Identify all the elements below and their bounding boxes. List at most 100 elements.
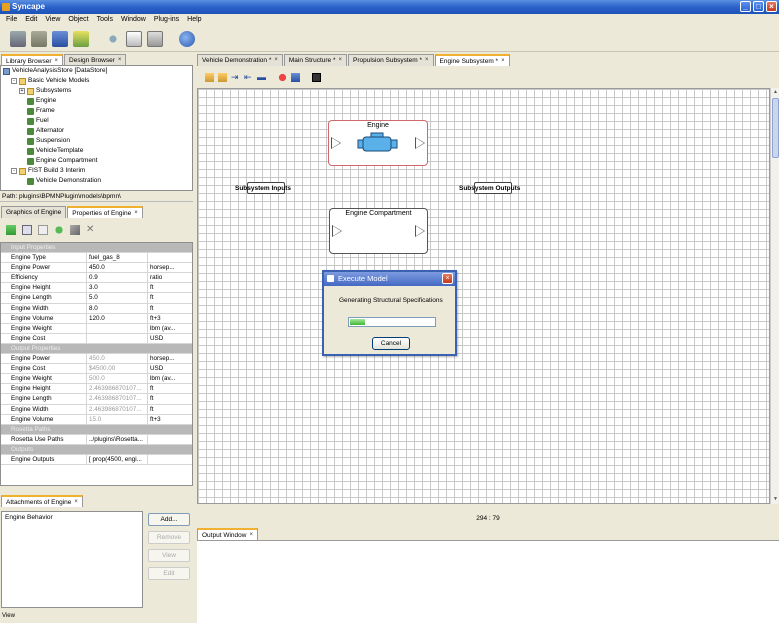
delete-icon[interactable]: ✕: [86, 225, 96, 235]
expander-icon[interactable]: +: [19, 88, 25, 94]
tree-item[interactable]: + Subsystems: [1, 86, 192, 96]
property-value[interactable]: [87, 323, 148, 333]
input-port-icon[interactable]: [331, 137, 341, 149]
add-icon[interactable]: [54, 225, 64, 235]
stop-icon[interactable]: [278, 72, 287, 82]
property-row[interactable]: Engine Length 5.0 ft: [1, 293, 192, 304]
input-port-icon[interactable]: [332, 225, 342, 237]
property-row[interactable]: Engine Type fuel_gas_8: [1, 253, 192, 264]
scroll-thumb[interactable]: [772, 98, 779, 158]
property-row[interactable]: Engine Cost USD: [1, 333, 192, 344]
property-row[interactable]: Engine Cost $4500.00 USD: [1, 364, 192, 375]
view-button[interactable]: View: [148, 549, 190, 562]
tab-engine-subsystem[interactable]: Engine Subsystem * ×: [434, 54, 510, 66]
close-icon[interactable]: ×: [425, 55, 429, 66]
save-icon[interactable]: [291, 72, 300, 82]
property-row[interactable]: Engine Width 2.463986870107... ft: [1, 404, 192, 415]
open-folder-icon[interactable]: [73, 30, 89, 47]
menu-edit[interactable]: Edit: [21, 14, 41, 26]
cancel-button[interactable]: Cancel: [372, 337, 410, 350]
property-value[interactable]: 5.0: [87, 293, 148, 303]
close-icon[interactable]: ×: [74, 498, 78, 507]
property-row[interactable]: Engine Height 2.463986870107... ft: [1, 384, 192, 395]
diagram-canvas[interactable]: Engine Subsystem Inputs Subsystem Output…: [197, 88, 770, 504]
scroll-up-icon[interactable]: ▲: [772, 89, 779, 96]
property-row[interactable]: Engine Power 450.0 horsep...: [1, 263, 192, 274]
minus-icon[interactable]: ▬: [257, 72, 266, 82]
output-window[interactable]: [197, 540, 779, 623]
property-row[interactable]: Engine Length 2.463986870107... ft: [1, 394, 192, 405]
tree-item[interactable]: VehicleAnalysisStore [DataStore]: [1, 66, 192, 76]
property-value[interactable]: 3.0: [87, 283, 148, 293]
tab-propulsion-subsystem[interactable]: Propulsion Subsystem * ×: [348, 54, 434, 66]
property-value[interactable]: fuel_gas_8: [87, 253, 148, 263]
maximize-button[interactable]: □: [753, 1, 764, 12]
tree-item[interactable]: Vehicle Demonstration: [1, 176, 192, 186]
tree-item[interactable]: Alternator: [1, 126, 192, 136]
property-row[interactable]: Efficiency 0.9 ratio: [1, 273, 192, 284]
close-icon[interactable]: ×: [274, 55, 278, 66]
output-port-icon[interactable]: [415, 137, 425, 149]
property-section-header[interactable]: Outputs: [1, 444, 192, 455]
minimize-button[interactable]: _: [740, 1, 751, 12]
property-value[interactable]: [ prop(4500, engi...: [87, 454, 148, 465]
tree-item[interactable]: - FIST Build 3 Interim: [1, 166, 192, 176]
package-icon[interactable]: [31, 30, 47, 47]
align-left-icon[interactable]: ⇥: [231, 72, 240, 82]
close-icon[interactable]: ×: [249, 531, 253, 540]
property-value[interactable]: [87, 333, 148, 343]
close-icon[interactable]: ×: [501, 57, 505, 66]
tree-item[interactable]: Engine: [1, 96, 192, 106]
tree-item[interactable]: Frame: [1, 106, 192, 116]
output-port-icon[interactable]: [415, 225, 425, 237]
menu-view[interactable]: View: [41, 14, 64, 26]
categories-icon[interactable]: [22, 225, 32, 235]
tree-item[interactable]: - Basic Vehicle Models: [1, 76, 192, 86]
details-icon[interactable]: [38, 225, 48, 235]
remove-button[interactable]: Remove: [148, 531, 190, 544]
save-icon[interactable]: [52, 30, 68, 47]
property-section-header[interactable]: Input Properties: [1, 243, 192, 254]
property-row[interactable]: Rosetta Use Paths ../plugins\Rosetta...: [1, 434, 192, 445]
property-row[interactable]: Engine Volume 120.0 ft+3: [1, 313, 192, 324]
paste-icon[interactable]: [147, 30, 163, 47]
property-row[interactable]: Engine Outputs[ prop(4500, engi...: [1, 454, 192, 466]
run-icon[interactable]: [312, 72, 321, 82]
connect-icon[interactable]: [218, 72, 227, 82]
property-row[interactable]: Engine Weight 500.0 lbm (av...: [1, 374, 192, 385]
expander-icon[interactable]: -: [11, 168, 17, 174]
tab-attachments[interactable]: Attachments of Engine ×: [1, 495, 83, 507]
close-button[interactable]: ×: [766, 1, 777, 12]
property-row[interactable]: Engine Power 450.0 horsep...: [1, 354, 192, 365]
tree-item[interactable]: Suspension: [1, 136, 192, 146]
tree-item[interactable]: Engine Compartment: [1, 156, 192, 166]
property-row[interactable]: Engine Volume 15.0 ft+3: [1, 414, 192, 425]
menu-plugins[interactable]: Plug-ins: [150, 14, 183, 26]
menu-window[interactable]: Window: [117, 14, 150, 26]
align-right-icon[interactable]: ⇤: [244, 72, 253, 82]
menu-file[interactable]: File: [2, 14, 21, 26]
property-section-header[interactable]: Output Properties: [1, 343, 192, 355]
menu-object[interactable]: Object: [64, 14, 92, 26]
tab-graphics-of-engine[interactable]: Graphics of Engine: [1, 206, 67, 218]
property-row[interactable]: Engine Weight lbm (av...: [1, 323, 192, 334]
engine-block[interactable]: Engine: [328, 120, 428, 166]
close-icon[interactable]: ×: [339, 55, 343, 66]
scroll-down-icon[interactable]: ▼: [772, 496, 779, 503]
canvas-vertical-scrollbar[interactable]: ▲ ▼: [770, 88, 779, 504]
cut-icon[interactable]: [105, 30, 121, 47]
property-value[interactable]: 450.0: [87, 263, 148, 273]
property-value[interactable]: 0.9: [87, 273, 148, 283]
menu-tools[interactable]: Tools: [93, 14, 117, 26]
filter-icon[interactable]: [70, 225, 80, 235]
copy-icon[interactable]: [126, 30, 142, 47]
add-button[interactable]: Add...: [148, 513, 190, 526]
pointer-icon[interactable]: [205, 72, 214, 82]
edit-button[interactable]: Edit: [148, 567, 190, 580]
close-icon[interactable]: ×: [134, 209, 138, 218]
attachments-list[interactable]: Engine Behavior: [1, 511, 143, 608]
property-value[interactable]: ../plugins\Rosetta...: [87, 434, 148, 444]
tab-vehicle-demonstration[interactable]: Vehicle Demonstration * ×: [197, 54, 283, 66]
expander-icon[interactable]: -: [11, 78, 17, 84]
sort-icon[interactable]: [6, 225, 16, 235]
